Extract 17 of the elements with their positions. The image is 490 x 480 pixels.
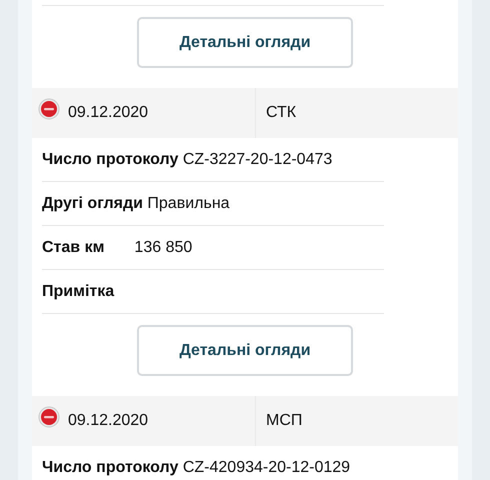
inspection-date: 09.12.2020 — [68, 104, 148, 122]
field-label: Число протоколу — [42, 150, 180, 168]
field-label: Примітка — [42, 282, 114, 300]
field-value: Правильна — [147, 194, 230, 212]
inspection-type: МСП — [266, 412, 302, 430]
minus-circle-icon — [38, 98, 60, 120]
field-value: 136 850 — [134, 238, 192, 256]
field-label: Став км — [42, 238, 104, 256]
inspection-type: СТК — [266, 104, 296, 122]
field-value: CZ-420934-20-12-0129 — [182, 458, 350, 476]
detail-button[interactable]: Детальні огляди — [137, 325, 353, 376]
field-label: Другі огляди — [42, 194, 144, 212]
detail-button[interactable]: Детальні огляди — [137, 17, 353, 68]
inspection-date: 09.12.2020 — [68, 412, 148, 430]
field-value: CZ-3227-20-12-0473 — [182, 150, 332, 168]
field-label: Число протоколу — [42, 458, 180, 476]
minus-circle-icon — [38, 406, 60, 428]
